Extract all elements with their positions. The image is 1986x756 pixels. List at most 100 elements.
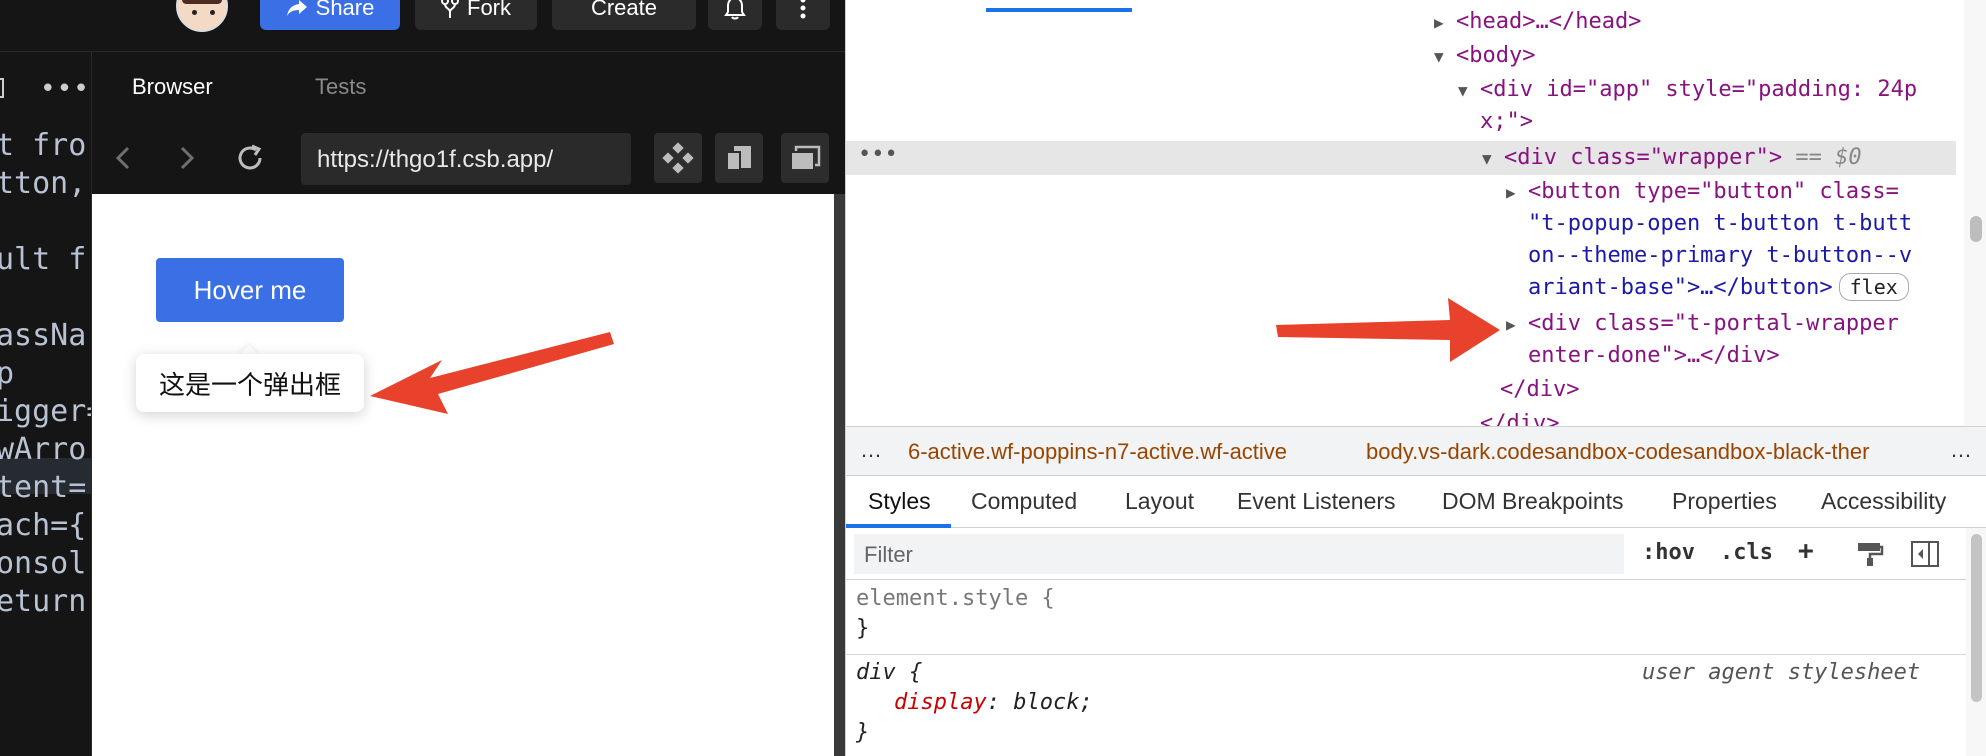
tab-layout[interactable]: Layout	[1125, 488, 1194, 515]
open-window-button[interactable]	[781, 133, 829, 183]
hov-button[interactable]: :hov	[1642, 540, 1695, 565]
cls-button[interactable]: .cls	[1720, 540, 1773, 565]
screen: Share Fork Create ••• t fro tton, ult f ass…	[0, 0, 1986, 756]
code-line: t fro	[0, 128, 87, 163]
sidebar-toggle-icon[interactable]	[1910, 540, 1940, 568]
display-declaration[interactable]: display: block;	[894, 688, 1093, 718]
share-arrow-icon	[286, 0, 307, 16]
dom-node-portal[interactable]: ▶ <div class="t-portal-wrapper	[1506, 308, 1899, 341]
styles-pane: element.style { } div { user agent style…	[846, 580, 1966, 756]
share-label: Share	[315, 0, 375, 20]
bell-icon	[724, 0, 746, 20]
vertical-dots-icon	[800, 0, 806, 19]
breadcrumb-right-ellipsis[interactable]: …	[1944, 437, 1972, 463]
browser-navbar: https://thgo1f.csb.app/	[92, 124, 845, 194]
breadcrumb: … 6-active.wf-poppins-n7-active.wf-activ…	[846, 426, 1986, 476]
tab-styles[interactable]: Styles	[868, 488, 931, 515]
fork-icon	[441, 0, 459, 18]
paint-roller-icon[interactable]	[1856, 540, 1884, 568]
tab-event-listeners[interactable]: Event Listeners	[1237, 488, 1396, 515]
code-editor[interactable]: ••• t frotton, ult f assNapigger=wArrotent…	[0, 52, 92, 756]
dom-node-button-cont1: "t-popup-open t-button t-butt	[1528, 211, 1913, 236]
hover-me-button[interactable]: Hover me	[156, 258, 344, 322]
url-bar[interactable]: https://thgo1f.csb.app/	[301, 133, 631, 185]
elements-scrollbar[interactable]	[1964, 0, 1986, 426]
devtools-toggle-button[interactable]	[654, 133, 702, 183]
window-icon	[790, 145, 821, 171]
elements-tree: ••• ▶ <head>…</head> ▼ <body> ▼ <div id="ap…	[846, 0, 1986, 426]
dom-node-portal-cont: enter-done">…</div>	[1528, 343, 1780, 368]
expanded-triangle-icon: ▼	[1482, 149, 1492, 168]
styles-subtabs: Styles Computed Layout Event Listeners D…	[846, 476, 1986, 528]
styles-scrollbar[interactable]	[1966, 528, 1986, 756]
back-icon[interactable]	[106, 140, 142, 176]
copy-icon	[726, 146, 751, 171]
fork-label: Fork	[467, 0, 511, 20]
styles-toolbar: Filter :hov .cls +	[846, 528, 1966, 580]
breadcrumb-left-ellipsis[interactable]: …	[860, 437, 882, 463]
new-rule-button[interactable]: +	[1798, 536, 1814, 566]
styles-filter-input[interactable]: Filter	[854, 534, 1624, 574]
flex-badge[interactable]: flex	[1838, 273, 1909, 301]
code-line: igger=	[0, 394, 91, 429]
collapsed-triangle-icon: ▶	[1434, 13, 1444, 32]
top-toolbar: Share Fork Create	[0, 0, 845, 52]
dom-node-close-partial: </div>	[1480, 411, 1560, 426]
code-line: p	[0, 356, 14, 391]
forward-icon[interactable]	[168, 140, 204, 176]
user-avatar[interactable]	[176, 0, 228, 32]
collapsed-triangle-icon: ▶	[1506, 315, 1516, 334]
dom-node-close: </div>	[1500, 377, 1580, 402]
copy-preview-button[interactable]	[715, 133, 763, 183]
devtools-panel: ••• ▶ <head>…</head> ▼ <body> ▼ <div id="ap…	[845, 0, 1986, 756]
diamond-grid-icon	[662, 142, 694, 174]
user-agent-label: user agent stylesheet	[1642, 660, 1921, 685]
notifications-button[interactable]	[708, 0, 762, 30]
reload-icon[interactable]	[232, 140, 268, 176]
node-actions-icon[interactable]: •••	[858, 142, 898, 167]
editor-more-icon[interactable]: •••	[40, 74, 90, 104]
code-line: tent=	[0, 470, 87, 505]
code-line: wArro	[0, 432, 87, 467]
codesandbox-workspace: Share Fork Create ••• t fro tton, ult f ass…	[0, 0, 845, 756]
code-line: eturn	[0, 584, 87, 619]
expanded-triangle-icon: ▼	[1434, 47, 1444, 66]
dom-node-wrapper[interactable]: ▼ <div class="wrapper"> == $0	[1482, 142, 1862, 175]
breadcrumb-html[interactable]: 6-active.wf-poppins-n7-active.wf-active	[908, 439, 1287, 465]
dom-node-body[interactable]: ▼ <body>	[1434, 40, 1535, 73]
tab-computed[interactable]: Computed	[971, 488, 1077, 515]
tab-dom-breakpoints[interactable]: DOM Breakpoints	[1442, 488, 1624, 515]
element-style-close: }	[856, 616, 870, 641]
dom-node-button-cont2: on--theme-primary t-button--v	[1528, 243, 1913, 268]
code-line: assNa	[0, 318, 87, 353]
dom-node-button-cont3: ariant-base">…</button> flex	[1528, 272, 1909, 304]
browser-preview: Hover me 这是一个弹出框	[92, 194, 834, 756]
fork-button[interactable]: Fork	[415, 0, 537, 30]
div-rule-selector[interactable]: div {	[856, 658, 922, 688]
tab-properties[interactable]: Properties	[1672, 488, 1777, 515]
collapsed-triangle-icon: ▶	[1506, 183, 1516, 202]
dom-node-app-cont: x;">	[1480, 109, 1533, 134]
preview-divider[interactable]	[834, 194, 845, 756]
code-line: onsol	[0, 546, 87, 581]
code-line: ach={	[0, 508, 87, 543]
panel-toggle-icon[interactable]	[0, 78, 4, 98]
tab-tests[interactable]: Tests	[315, 74, 366, 100]
share-button[interactable]: Share	[260, 0, 400, 30]
div-rule-close: }	[856, 720, 870, 745]
create-button[interactable]: Create	[552, 0, 696, 30]
preview-tabs: Browser Tests	[92, 52, 845, 124]
popup-tooltip: 这是一个弹出框	[136, 354, 364, 412]
tab-browser[interactable]: Browser	[132, 74, 213, 100]
tab-accessibility[interactable]: Accessibility	[1821, 488, 1946, 515]
breadcrumb-body[interactable]: body.vs-dark.codesandbox-codesandbox-bla…	[1366, 439, 1869, 465]
dom-node-app[interactable]: ▼ <div id="app" style="padding: 24p	[1458, 74, 1917, 107]
code-line: ult f	[0, 242, 87, 277]
expanded-triangle-icon: ▼	[1458, 81, 1468, 100]
element-style-rule[interactable]: element.style {	[856, 584, 1055, 614]
dom-node-button[interactable]: ▶ <button type="button" class=	[1506, 176, 1899, 209]
dom-node-head[interactable]: ▶ <head>…</head>	[1434, 6, 1641, 39]
more-menu-button[interactable]	[776, 0, 830, 30]
create-label: Create	[590, 0, 658, 20]
code-line: tton,	[0, 166, 87, 201]
